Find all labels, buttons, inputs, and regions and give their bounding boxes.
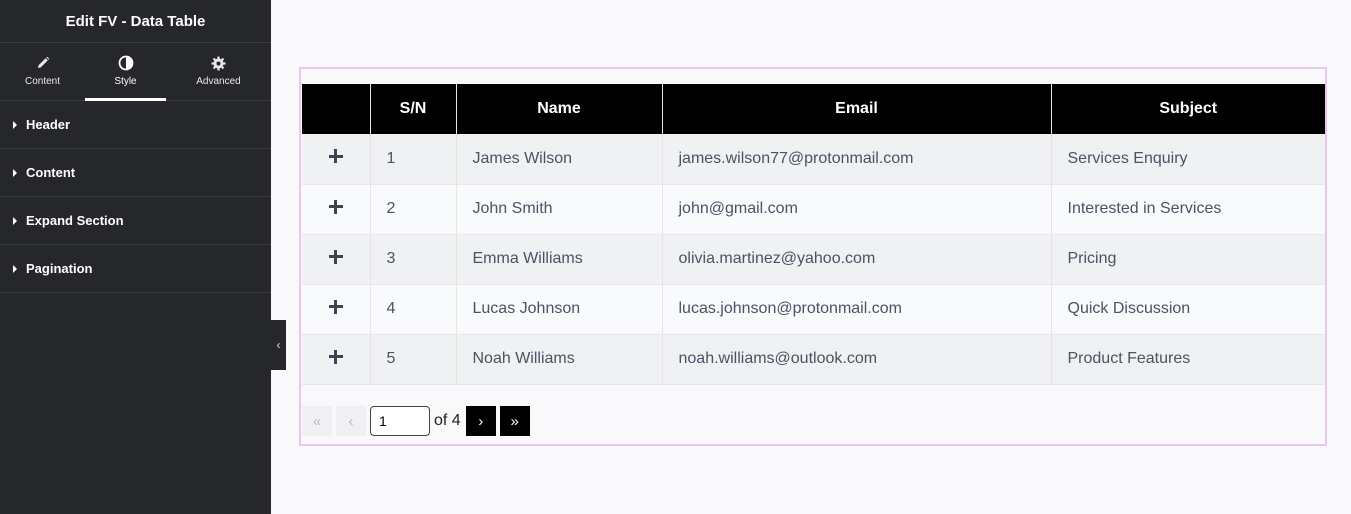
cell-sn: 4 — [369, 284, 456, 335]
cell-sn: 3 — [369, 234, 456, 285]
cell-subject: Quick Discussion — [1050, 284, 1325, 335]
table-row: 1 James Wilson james.wilson77@protonmail… — [302, 134, 1325, 185]
expand-plus-icon[interactable] — [328, 199, 343, 214]
pagination: « ‹ of 4 › » — [302, 406, 530, 436]
expand-cell — [302, 284, 370, 335]
chevron-left-icon: ‹ — [276, 338, 281, 352]
column-header-expand — [302, 84, 370, 134]
table-row: 3 Emma Williams olivia.martinez@yahoo.co… — [302, 234, 1325, 285]
data-table: S/N Name Email Subject 1 James Wilson ja… — [302, 84, 1325, 385]
collapse-panel-button[interactable]: ‹ — [271, 320, 286, 370]
cell-email: john@gmail.com — [661, 184, 1051, 235]
expand-plus-icon[interactable] — [328, 349, 343, 364]
cell-subject: Services Enquiry — [1050, 134, 1325, 185]
panel-tabs: Content Style Advanced — [0, 43, 271, 101]
section-pagination[interactable]: Pagination — [0, 245, 271, 293]
expand-plus-icon[interactable] — [328, 299, 343, 314]
section-content[interactable]: Content — [0, 149, 271, 197]
cell-name: Emma Williams — [455, 234, 662, 285]
section-label: Header — [26, 117, 71, 132]
last-page-button[interactable]: » — [499, 406, 530, 436]
tab-advanced[interactable]: Advanced — [166, 43, 271, 100]
gear-icon — [211, 55, 226, 71]
page-count-text: of 4 — [434, 412, 461, 429]
cell-name: John Smith — [455, 184, 662, 235]
page-number-input[interactable] — [370, 406, 430, 436]
tab-content[interactable]: Content — [0, 43, 85, 100]
expand-plus-icon[interactable] — [328, 249, 343, 264]
tab-label: Style — [114, 76, 137, 87]
first-page-button[interactable]: « — [302, 406, 332, 436]
cell-email: james.wilson77@protonmail.com — [661, 134, 1051, 185]
section-label: Content — [26, 165, 76, 180]
caret-right-icon — [13, 216, 17, 225]
cell-email: noah.williams@outlook.com — [661, 334, 1051, 385]
section-expand[interactable]: Expand Section — [0, 197, 271, 245]
tab-label: Content — [24, 76, 61, 87]
cell-name: Lucas Johnson — [455, 284, 662, 335]
pencil-icon — [36, 55, 50, 71]
column-header-subject[interactable]: Subject — [1050, 84, 1325, 134]
panel-title: Edit FV - Data Table — [0, 0, 271, 43]
table-row: 5 Noah Williams noah.williams@outlook.co… — [302, 334, 1325, 385]
caret-right-icon — [13, 120, 17, 129]
cell-email: lucas.johnson@protonmail.com — [661, 284, 1051, 335]
half-circle-icon — [118, 55, 134, 71]
section-label: Pagination — [26, 261, 93, 276]
tab-style[interactable]: Style — [85, 43, 166, 101]
data-table-widget: S/N Name Email Subject 1 James Wilson ja… — [299, 67, 1327, 446]
section-header[interactable]: Header — [0, 101, 271, 149]
expand-cell — [302, 234, 370, 285]
cell-sn: 1 — [369, 134, 456, 185]
section-label: Expand Section — [26, 213, 124, 228]
table-row: 4 Lucas Johnson lucas.johnson@protonmail… — [302, 284, 1325, 335]
cell-sn: 2 — [369, 184, 456, 235]
caret-right-icon — [13, 264, 17, 273]
column-header-email[interactable]: Email — [661, 84, 1051, 134]
cell-subject: Product Features — [1050, 334, 1325, 385]
editor-sidebar: Edit FV - Data Table Content Style Advan… — [0, 0, 271, 514]
expand-cell — [302, 184, 370, 235]
cell-subject: Interested in Services — [1050, 184, 1325, 235]
prev-page-button[interactable]: ‹ — [336, 406, 366, 436]
expand-cell — [302, 134, 370, 185]
table-row: 2 John Smith john@gmail.com Interested i… — [302, 184, 1325, 235]
cell-email: olivia.martinez@yahoo.com — [661, 234, 1051, 285]
expand-cell — [302, 334, 370, 385]
expand-plus-icon[interactable] — [328, 149, 343, 164]
tab-label: Advanced — [196, 76, 241, 87]
table-header-row: S/N Name Email Subject — [302, 84, 1325, 134]
cell-sn: 5 — [369, 334, 456, 385]
column-header-name[interactable]: Name — [455, 84, 662, 134]
next-page-button[interactable]: › — [465, 406, 496, 436]
column-header-sn[interactable]: S/N — [369, 84, 456, 134]
cell-name: Noah Williams — [455, 334, 662, 385]
caret-right-icon — [13, 168, 17, 177]
cell-subject: Pricing — [1050, 234, 1325, 285]
cell-name: James Wilson — [455, 134, 662, 185]
